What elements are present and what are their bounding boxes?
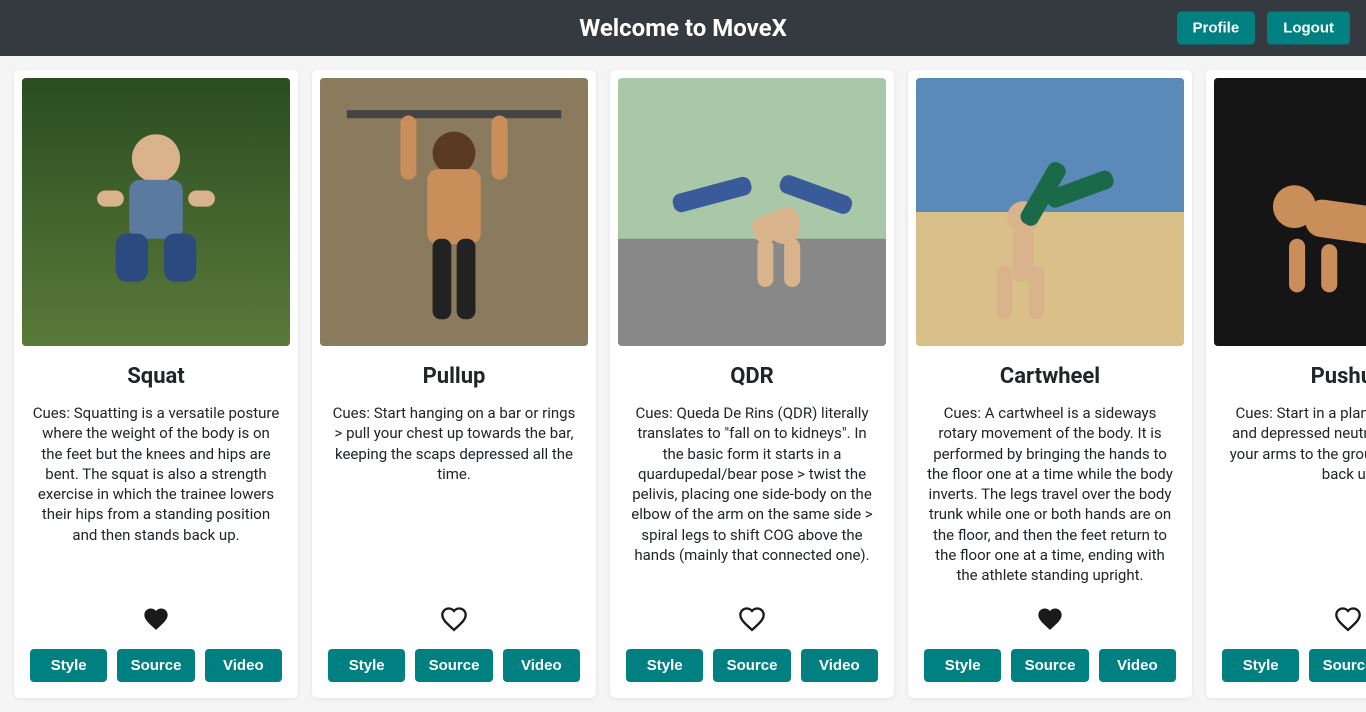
video-button[interactable]: Video <box>503 649 580 682</box>
profile-button[interactable]: Profile <box>1177 12 1256 45</box>
style-button[interactable]: Style <box>30 649 107 682</box>
card-body: Pullup Cues: Start hanging on a bar or r… <box>312 346 596 698</box>
style-button[interactable]: Style <box>626 649 703 682</box>
source-button[interactable]: Source <box>1309 649 1366 682</box>
card-body: Squat Cues: Squatting is a versatile pos… <box>14 346 298 698</box>
exercise-cues: Cues: Start hanging on a bar or rings > … <box>328 403 580 484</box>
style-button[interactable]: Style <box>924 649 1001 682</box>
card-buttons: Style Source Video <box>328 649 580 682</box>
card-body: Cartwheel Cues: A cartwheel is a sideway… <box>908 346 1192 698</box>
exercise-title: Squat <box>30 364 282 389</box>
card-body: QDR Cues: Queda De Rins (QDR) literally … <box>610 346 894 698</box>
card-buttons: Style Source Video <box>924 649 1176 682</box>
style-button[interactable]: Style <box>328 649 405 682</box>
video-button[interactable]: Video <box>1099 649 1176 682</box>
exercise-card: Cartwheel Cues: A cartwheel is a sideway… <box>908 70 1192 698</box>
exercise-cues: Cues: Squatting is a versatile posture w… <box>30 403 282 545</box>
exercise-cues: Cues: Queda De Rins (QDR) literally tran… <box>626 403 878 565</box>
exercise-card: Pullup Cues: Start hanging on a bar or r… <box>312 70 596 698</box>
video-button[interactable]: Video <box>205 649 282 682</box>
favorite-heart-icon[interactable] <box>1334 605 1362 637</box>
favorite-heart-icon[interactable] <box>738 605 766 637</box>
exercise-title: Pullup <box>328 364 580 389</box>
header-buttons: Profile Logout <box>1177 12 1351 45</box>
card-buttons: Style Source Video <box>30 649 282 682</box>
source-button[interactable]: Source <box>117 649 194 682</box>
exercise-image <box>320 78 588 346</box>
exercise-cues: Cues: Start in a plank > protracted and … <box>1222 403 1366 484</box>
exercise-title: Pushup <box>1222 364 1366 389</box>
page-title: Welcome to MoveX <box>579 14 787 42</box>
source-button[interactable]: Source <box>713 649 790 682</box>
exercise-title: Cartwheel <box>924 364 1176 389</box>
card-buttons: Style Source Video <box>1222 649 1366 682</box>
exercise-cues: Cues: A cartwheel is a sideways rotary m… <box>924 403 1176 585</box>
exercise-title: QDR <box>626 364 878 389</box>
card-footer: Style Source Video <box>626 585 878 682</box>
favorite-heart-icon[interactable] <box>440 605 468 637</box>
favorite-heart-icon[interactable] <box>1036 605 1064 637</box>
source-button[interactable]: Source <box>1011 649 1088 682</box>
card-footer: Style Source Video <box>328 585 580 682</box>
logout-button[interactable]: Logout <box>1267 12 1350 45</box>
exercise-card: Squat Cues: Squatting is a versatile pos… <box>14 70 298 698</box>
video-button[interactable]: Video <box>801 649 878 682</box>
favorite-heart-icon[interactable] <box>142 605 170 637</box>
cards-row: Squat Cues: Squatting is a versatile pos… <box>0 56 1366 712</box>
exercise-card: Pushup Cues: Start in a plank > protract… <box>1206 70 1366 698</box>
exercise-image <box>618 78 886 346</box>
card-footer: Style Source Video <box>30 585 282 682</box>
exercise-image <box>22 78 290 346</box>
exercise-image <box>1214 78 1366 346</box>
source-button[interactable]: Source <box>415 649 492 682</box>
exercise-image <box>916 78 1184 346</box>
card-body: Pushup Cues: Start in a plank > protract… <box>1206 346 1366 698</box>
card-footer: Style Source Video <box>924 585 1176 682</box>
card-buttons: Style Source Video <box>626 649 878 682</box>
style-button[interactable]: Style <box>1222 649 1299 682</box>
exercise-card: QDR Cues: Queda De Rins (QDR) literally … <box>610 70 894 698</box>
card-footer: Style Source Video <box>1222 585 1366 682</box>
app-header: Welcome to MoveX Profile Logout <box>0 0 1366 56</box>
